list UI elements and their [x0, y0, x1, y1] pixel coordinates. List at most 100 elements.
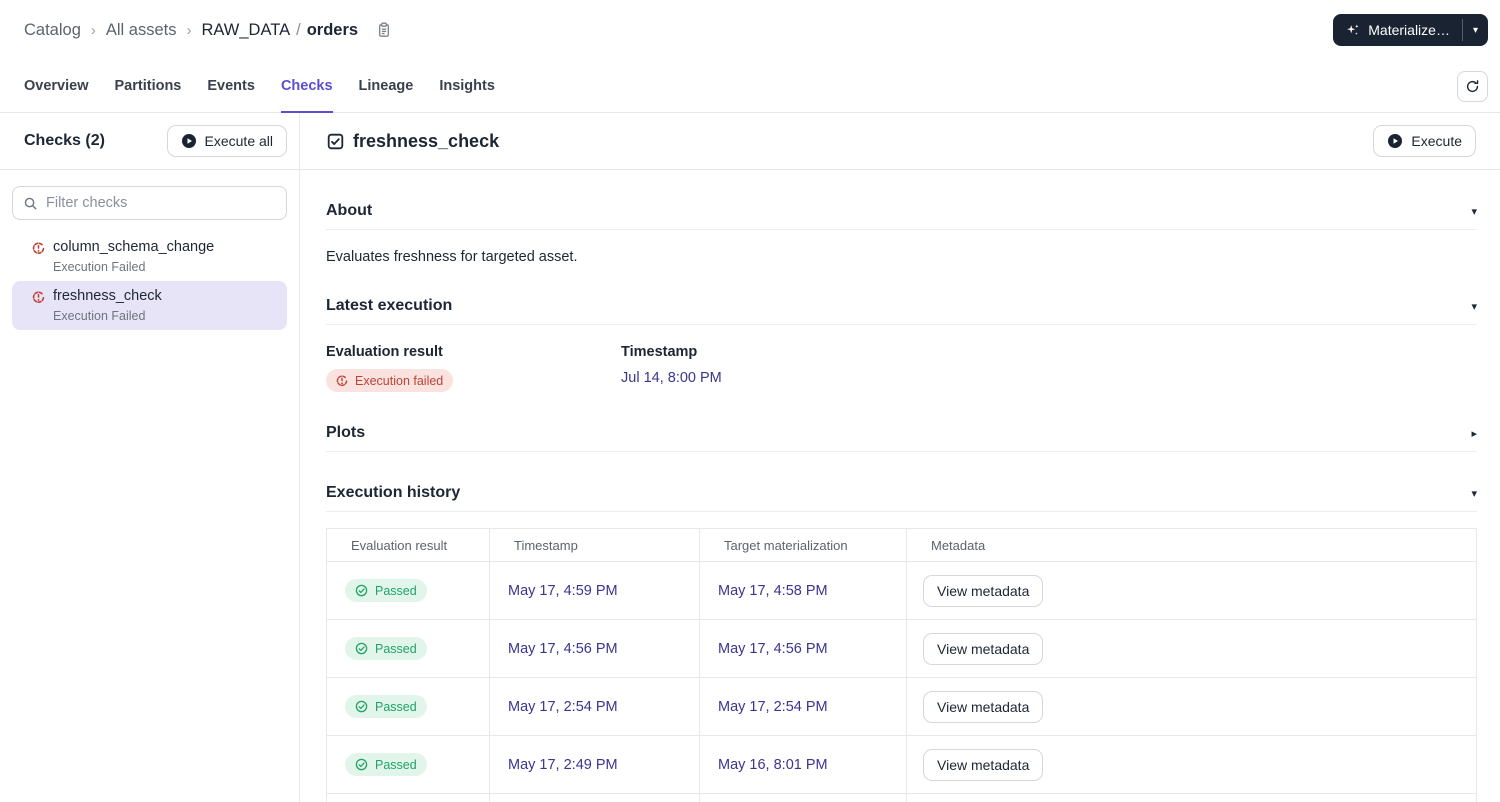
tab-partitions[interactable]: Partitions	[115, 60, 182, 112]
asset-path-separator: /	[296, 20, 301, 39]
view-metadata-button[interactable]: View metadata	[923, 690, 1044, 723]
target-materialization-link[interactable]: May 17, 4:58 PM	[718, 583, 828, 599]
table-row: Passed May 17, 4:56 PM May 17, 4:56 PM V…	[326, 619, 1477, 678]
latest-execution-section: Latest execution ▾ Evaluation result Exe…	[326, 297, 1477, 392]
plots-title: Plots	[326, 424, 366, 441]
execution-timestamp-link[interactable]: May 17, 4:59 PM	[508, 583, 618, 599]
execution-failed-icon	[32, 242, 45, 274]
check-status: Execution Failed	[53, 260, 146, 274]
plots-section: Plots ▸	[326, 424, 1477, 452]
execution-failed-text: Execution failed	[355, 373, 444, 388]
tab-overview[interactable]: Overview	[24, 60, 89, 112]
execution-history-title: Execution history	[326, 484, 461, 501]
passed-badge: Passed	[345, 695, 427, 718]
execution-timestamp-link[interactable]: May 17, 2:54 PM	[508, 699, 618, 715]
refresh-button[interactable]	[1457, 70, 1488, 102]
table-row: Passed May 17, 4:59 PM May 17, 4:58 PM V…	[326, 561, 1477, 620]
execution-timestamp-link[interactable]: May 17, 4:56 PM	[508, 641, 618, 657]
asset-prefix: RAW_DATA	[201, 20, 291, 39]
check-list-item[interactable]: freshness_check Execution Failed	[12, 281, 287, 330]
play-icon	[181, 133, 197, 149]
checks-sidebar: Checks (2) Execute all Filter checks col…	[0, 113, 300, 802]
check-name: column_schema_change	[53, 239, 215, 255]
filter-checks-input[interactable]	[46, 195, 276, 211]
about-section: About ▾ Evaluates freshness for targeted…	[326, 202, 1477, 265]
passed-text: Passed	[375, 699, 417, 714]
execution-failed-icon	[336, 374, 348, 387]
chevron-right-icon: ›	[90, 21, 96, 39]
caret-down-icon: ▾	[1471, 487, 1477, 500]
view-metadata-button[interactable]: View metadata	[923, 748, 1044, 781]
check-circle-icon	[355, 642, 368, 655]
breadcrumb-asset-key[interactable]: RAW_DATA / orders	[201, 21, 358, 40]
table-column-header: Metadata	[906, 528, 1477, 562]
check-name: freshness_check	[53, 288, 162, 304]
target-materialization-link[interactable]: May 16, 8:01 PM	[718, 757, 828, 773]
materialize-split-button: Materialize… ▾	[1333, 14, 1488, 46]
tab-insights[interactable]: Insights	[439, 60, 495, 112]
execution-timestamp-link[interactable]: May 17, 2:49 PM	[508, 757, 618, 773]
table-row	[326, 793, 1477, 802]
page-body: Checks (2) Execute all Filter checks col…	[0, 113, 1500, 802]
copy-asset-name-icon[interactable]	[376, 22, 392, 38]
tab-checks[interactable]: Checks	[280, 60, 333, 113]
target-materialization-link[interactable]: May 17, 4:56 PM	[718, 641, 828, 657]
target-materialization-link[interactable]: May 17, 2:54 PM	[718, 699, 828, 715]
search-icon	[23, 196, 38, 211]
execution-history-toggle[interactable]: Execution history ▾	[326, 484, 1477, 502]
check-detail-header: freshness_check Execute	[300, 113, 1500, 170]
table-body: Passed May 17, 4:59 PM May 17, 4:58 PM V…	[326, 561, 1477, 802]
check-list-item[interactable]: column_schema_change Execution Failed	[12, 232, 287, 281]
check-circle-icon	[355, 584, 368, 597]
materialize-dropdown-button[interactable]: ▾	[1463, 14, 1488, 46]
check-circle-icon	[355, 758, 368, 771]
evaluation-result-label: Evaluation result	[326, 344, 443, 360]
view-metadata-button[interactable]: View metadata	[923, 574, 1044, 607]
about-section-toggle[interactable]: About ▾	[326, 202, 1477, 220]
filter-wrap	[0, 170, 299, 228]
passed-text: Passed	[375, 641, 417, 656]
execute-label: Execute	[1411, 133, 1462, 149]
refresh-icon	[1465, 79, 1480, 94]
materialize-label: Materialize…	[1368, 22, 1450, 38]
table-row: Passed May 17, 2:49 PM May 16, 8:01 PM V…	[326, 735, 1477, 794]
checks-list: column_schema_change Execution Failed fr…	[0, 228, 299, 334]
execution-history-table: Evaluation result Timestamp Target materia…	[326, 528, 1477, 802]
divider	[326, 229, 1477, 230]
table-column-header: Target materialization	[699, 528, 907, 562]
tab-lineage[interactable]: Lineage	[359, 60, 414, 112]
plots-section-toggle[interactable]: Plots ▸	[326, 424, 1477, 442]
passed-text: Passed	[375, 583, 417, 598]
table-column-header: Evaluation result	[326, 528, 490, 562]
about-title: About	[326, 202, 373, 219]
checks-count-title: Checks (2)	[24, 132, 105, 149]
caret-down-icon: ▾	[1471, 205, 1477, 218]
table-column-header: Timestamp	[489, 528, 700, 562]
execution-history-section: Execution history ▾ Evaluation result Tim…	[326, 484, 1477, 802]
execute-all-button[interactable]: Execute all	[166, 125, 287, 157]
breadcrumb-all-assets[interactable]: All assets	[106, 21, 177, 40]
execute-button[interactable]: Execute	[1373, 125, 1476, 157]
passed-text: Passed	[375, 757, 417, 772]
check-title: freshness_check	[353, 130, 500, 151]
execute-all-label: Execute all	[204, 133, 273, 149]
timestamp-label: Timestamp	[621, 344, 698, 360]
materialize-button[interactable]: Materialize…	[1333, 14, 1462, 46]
sidebar-header: Checks (2) Execute all	[0, 113, 299, 170]
divider	[326, 511, 1477, 512]
breadcrumb: Catalog › All assets › RAW_DATA / orders	[24, 21, 392, 40]
filter-checks-field	[12, 186, 287, 220]
chevron-right-icon: ›	[186, 21, 192, 39]
latest-timestamp-link[interactable]: Jul 14, 8:00 PM	[621, 370, 722, 386]
asset-tabbar: Overview Partitions Events Checks Lineag…	[0, 60, 1500, 113]
tab-events[interactable]: Events	[207, 60, 255, 112]
divider	[326, 451, 1477, 452]
table-header-row: Evaluation result Timestamp Target materia…	[326, 528, 1477, 562]
latest-execution-toggle[interactable]: Latest execution ▾	[326, 297, 1477, 315]
sparkle-icon	[1345, 23, 1360, 38]
check-detail-content: About ▾ Evaluates freshness for targeted…	[300, 170, 1500, 802]
timestamp-field: Timestamp Jul 14, 8:00 PM	[621, 344, 1477, 392]
view-metadata-button[interactable]: View metadata	[923, 632, 1044, 665]
evaluation-result-field: Evaluation result Execution failed	[326, 344, 621, 392]
breadcrumb-catalog[interactable]: Catalog	[24, 21, 81, 40]
